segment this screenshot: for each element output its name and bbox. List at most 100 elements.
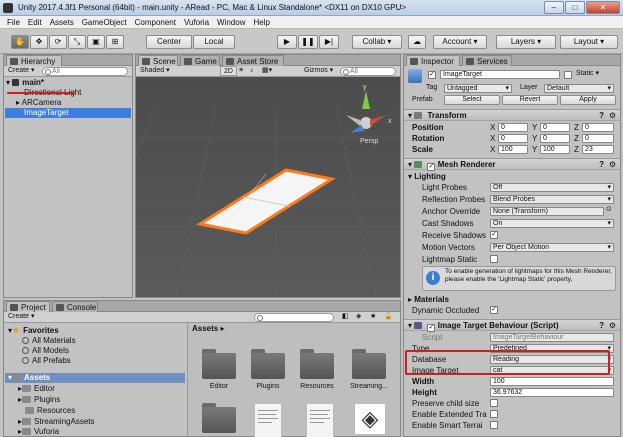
favorite-all-prefabs[interactable]: All Prefabs (22, 356, 71, 366)
image-target-enabled-checkbox[interactable]: ✓ (427, 324, 436, 332)
image-target-behaviour-header[interactable]: ▾ ✓ Image Target Behaviour (Script) ? ⚙ (404, 319, 620, 332)
folder-icon[interactable] (202, 403, 236, 433)
audio-toggle-icon[interactable]: ♪ (250, 66, 254, 76)
position-y-field[interactable]: 0 (540, 123, 570, 132)
asset-folder-streamingassets[interactable]: ▸ StreamingAssets (18, 417, 94, 427)
play-button[interactable]: ▶ (277, 35, 297, 49)
tab-game[interactable]: Game (180, 55, 220, 66)
menu-component[interactable]: Component (131, 18, 180, 27)
cloud-button[interactable]: ☁ (408, 35, 426, 49)
favorite-all-materials[interactable]: All Materials (22, 336, 76, 346)
folder-icon[interactable] (300, 349, 334, 379)
folder-icon[interactable] (352, 349, 386, 379)
scale-z-field[interactable]: 23 (582, 145, 614, 154)
move-tool-button[interactable]: ✥ (30, 35, 48, 49)
receive-shadows-checkbox[interactable]: ✓ (490, 231, 498, 239)
hierarchy-item-arcamera[interactable]: ▸ ARCamera (16, 98, 61, 108)
asset-folder-resources[interactable]: Resources (25, 406, 75, 416)
object-picker-icon[interactable]: ⊙ (606, 205, 612, 215)
transform-header[interactable]: ▾ Transform ? ⚙ (404, 109, 620, 121)
pivot-local-button[interactable]: Local (193, 35, 235, 49)
menu-file[interactable]: File (3, 18, 24, 27)
menu-help[interactable]: Help (249, 18, 273, 27)
asset-folder-editor[interactable]: ▸ Editor (18, 384, 55, 394)
menu-vuforia[interactable]: Vuforia (180, 18, 213, 27)
tab-inspector[interactable]: Inspector (406, 55, 460, 66)
pause-button[interactable]: ❚❚ (298, 35, 318, 49)
light-probes-dropdown[interactable]: Off (490, 183, 614, 192)
hierarchy-create-button[interactable]: Create ▾ (8, 66, 34, 76)
materials-foldout[interactable]: ▸ Materials (408, 294, 449, 305)
scene-search-input[interactable]: All (340, 67, 396, 76)
close-button[interactable]: ✕ (586, 1, 620, 14)
motion-vectors-dropdown[interactable]: Per Object Motion (490, 243, 614, 252)
menu-window[interactable]: Window (213, 18, 249, 27)
lock-icon[interactable]: 🔓 (384, 312, 393, 322)
anchor-override-field[interactable]: None (Transform) (490, 207, 604, 216)
height-field[interactable]: 36.97632 (490, 388, 614, 397)
tab-project[interactable]: Project (6, 301, 50, 312)
rotation-z-field[interactable]: 0 (582, 134, 614, 143)
rotation-x-field[interactable]: 0 (498, 134, 528, 143)
tab-hierarchy[interactable]: Hierarchy (6, 55, 62, 66)
folder-icon[interactable] (202, 349, 236, 379)
menu-assets[interactable]: Assets (46, 18, 78, 27)
step-button[interactable]: ▶| (319, 35, 339, 49)
scene-root-item[interactable]: ▾ main* (6, 78, 44, 88)
tab-scene[interactable]: Scene (138, 55, 178, 66)
help-icon[interactable]: ? (599, 110, 604, 121)
help-icon[interactable]: ? (599, 320, 604, 331)
tab-asset-store[interactable]: Asset Store (222, 55, 284, 66)
rotation-y-field[interactable]: 0 (540, 134, 570, 143)
pivot-center-button[interactable]: Center (146, 35, 192, 49)
document-icon[interactable] (254, 403, 282, 437)
asset-folder-plugins[interactable]: ▸ Plugins (18, 395, 60, 405)
layers-dropdown[interactable]: Layers ▾ (496, 35, 556, 49)
cast-shadows-dropdown[interactable]: On (490, 219, 614, 228)
rect-tool-button[interactable]: ▣ (87, 35, 105, 49)
menu-edit[interactable]: Edit (24, 18, 46, 27)
enable-extended-tracking-checkbox[interactable] (490, 410, 498, 418)
dynamic-occluded-checkbox[interactable]: ✓ (490, 306, 498, 314)
menu-gameobject[interactable]: GameObject (78, 18, 131, 27)
gear-icon[interactable]: ⚙ (609, 320, 616, 331)
enable-smart-terrain-checkbox[interactable] (490, 421, 498, 429)
prefab-revert-button[interactable]: Revert (502, 95, 558, 105)
favorites-header[interactable]: ▾★ Favorites (8, 325, 59, 335)
gear-icon[interactable]: ⚙ (609, 159, 616, 170)
lighting-toggle-icon[interactable]: ☀ (238, 66, 244, 76)
mesh-renderer-enabled-checkbox[interactable]: ✓ (427, 163, 436, 171)
effects-toggle-icon[interactable]: ▦▾ (262, 66, 272, 76)
gizmos-dropdown[interactable]: Gizmos ▾ (304, 66, 333, 76)
minimize-button[interactable]: – (544, 1, 564, 14)
account-dropdown[interactable]: Account ▾ (433, 35, 487, 49)
project-create-button[interactable]: Create ▾ (8, 312, 34, 322)
tab-console[interactable]: Console (52, 301, 98, 312)
scale-x-field[interactable]: 100 (498, 145, 528, 154)
static-checkbox[interactable] (564, 71, 572, 79)
collab-button[interactable]: Collab ▾ (352, 35, 402, 49)
favorite-all-models[interactable]: All Models (22, 346, 69, 356)
layout-dropdown[interactable]: Layout ▾ (560, 35, 618, 49)
gear-icon[interactable]: ⚙ (609, 110, 616, 121)
layer-dropdown[interactable]: Default (544, 84, 614, 93)
mesh-renderer-header[interactable]: ▾ ✓ Mesh Renderer ? ⚙ (404, 158, 620, 171)
active-checkbox[interactable]: ✓ (428, 71, 436, 79)
help-icon[interactable]: ? (599, 159, 604, 170)
rotate-tool-button[interactable]: ⟳ (49, 35, 67, 49)
filter-label-icon[interactable]: ◈ (356, 312, 361, 322)
reflection-probes-dropdown[interactable]: Blend Probes (490, 195, 614, 204)
asset-breadcrumb[interactable]: Assets ▸ (192, 324, 224, 334)
prefab-apply-button[interactable]: Apply (560, 95, 616, 105)
hierarchy-search-input[interactable]: All (42, 67, 128, 76)
scene-viewport[interactable]: y x Persp (136, 77, 400, 297)
tag-dropdown[interactable]: Untagged (444, 84, 512, 93)
scale-tool-button[interactable]: ⤡ (68, 35, 86, 49)
transform-tool-button[interactable]: ⊞ (106, 35, 124, 49)
position-z-field[interactable]: 0 (582, 123, 614, 132)
mode-2d-toggle[interactable]: 2D (220, 66, 237, 76)
filter-type-icon[interactable]: ◧ (342, 312, 349, 322)
object-name-field[interactable]: ImageTarget (440, 70, 560, 79)
width-field[interactable]: 100 (490, 377, 614, 386)
hierarchy-item-imagetarget[interactable]: ImageTarget (24, 108, 68, 118)
